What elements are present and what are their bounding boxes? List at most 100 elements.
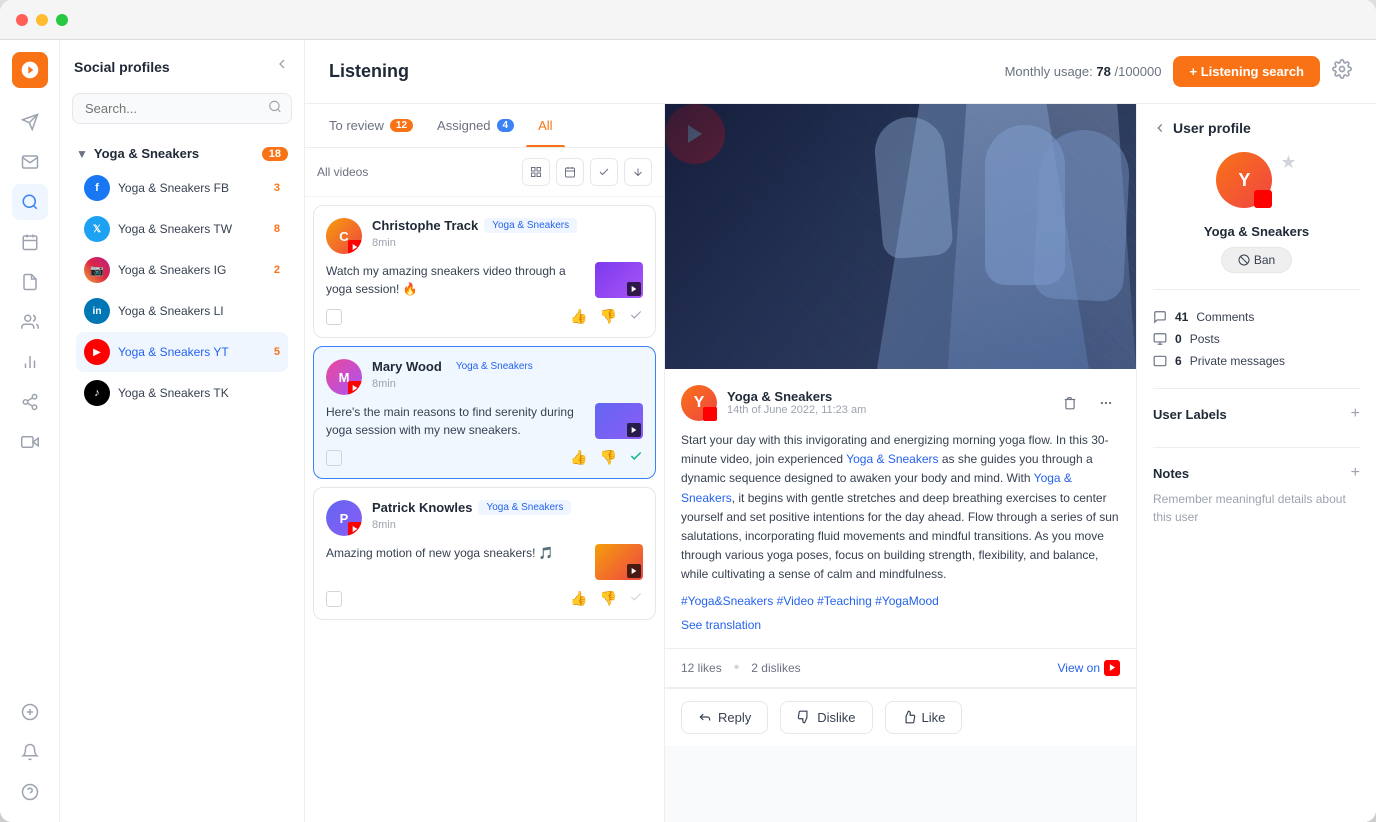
desc-link-2[interactable]: Yoga & Sneakers	[681, 471, 1072, 504]
see-translation-link[interactable]: See translation	[681, 618, 1120, 632]
sidebar-title: Social profiles	[74, 59, 170, 75]
nav-notifications-icon[interactable]	[12, 734, 48, 770]
feed-thumbnail-patrick	[595, 544, 643, 580]
feed-item-patrick[interactable]: P Patrick Knowles Yoga & Sneakers	[313, 487, 656, 620]
feed-item-christophe[interactable]: C Christophe Track Yoga & Sneakers	[313, 205, 656, 338]
sidebar-item-fb[interactable]: f Yoga & Sneakers FB 3	[76, 168, 288, 208]
dislike-icon-mary[interactable]: 👎	[600, 449, 617, 466]
sidebar-item-li[interactable]: in Yoga & Sneakers LI	[76, 291, 288, 331]
right-panel-title: User profile	[1173, 120, 1251, 136]
video-hashtags: #Yoga&Sneakers #Video #Teaching #YogaMoo…	[681, 592, 1120, 611]
filter-check-icon[interactable]	[590, 158, 618, 186]
action-icons-christophe: 👍 👎	[570, 308, 643, 325]
feed-name-christophe: Christophe Track	[372, 218, 478, 233]
check-icon-christophe[interactable]	[629, 308, 643, 325]
feed-filter: All videos	[305, 148, 664, 197]
sidebar-item-ig[interactable]: 📷 Yoga & Sneakers IG 2	[76, 250, 288, 290]
page-title: Listening	[329, 61, 409, 82]
nav-inbox-icon[interactable]	[12, 144, 48, 180]
video-background	[665, 104, 1136, 369]
header-right: Monthly usage: 78 /100000 + Listening se…	[1005, 56, 1352, 87]
avatar-christophe: C	[326, 218, 362, 254]
feed-item-mary[interactable]: M Mary Wood Yoga & Sneakers	[313, 346, 656, 479]
feed-checkbox-mary[interactable]	[326, 450, 342, 466]
stats-section: 41 Comments 0 Posts 6 Private messages	[1153, 306, 1360, 389]
channel-delete-icon[interactable]	[1056, 389, 1084, 417]
dislike-icon-patrick[interactable]: 👎	[600, 590, 617, 607]
hashtag-1: #Yoga&Sneakers	[681, 594, 777, 608]
messages-count: 6	[1175, 354, 1182, 368]
sidebar-item-tw[interactable]: 𝕏 Yoga & Sneakers TW 8	[76, 209, 288, 249]
nav-video-icon[interactable]	[12, 424, 48, 460]
desc-link-1[interactable]: Yoga & Sneakers	[846, 452, 938, 466]
user-name: Yoga & Sneakers	[1204, 224, 1309, 239]
channel-more-icon[interactable]	[1092, 389, 1120, 417]
profile-count-fb: 3	[274, 182, 280, 194]
feed-tag-christophe: Yoga & Sneakers	[484, 218, 577, 233]
check-icon-patrick[interactable]	[629, 590, 643, 607]
filter-calendar-icon[interactable]	[556, 158, 584, 186]
title-bar	[0, 0, 1376, 40]
user-star-icon[interactable]: ★	[1280, 152, 1296, 173]
minimize-button[interactable]	[36, 14, 48, 26]
view-on-link[interactable]: View on	[1058, 660, 1120, 676]
tab-assigned[interactable]: Assigned 4	[425, 104, 526, 147]
feed-tag-patrick: Yoga & Sneakers	[478, 500, 571, 515]
dislikes-count: 2 dislikes	[751, 661, 800, 675]
to-review-badge: 12	[390, 119, 413, 132]
reply-button[interactable]: Reply	[681, 701, 768, 734]
group-arrow-icon: ▼	[76, 147, 88, 161]
tab-to-review[interactable]: To review 12	[317, 104, 425, 147]
profile-name-tw: Yoga & Sneakers TW	[118, 222, 266, 236]
like-button[interactable]: Like	[885, 701, 963, 734]
notes-text: Remember meaningful details about this u…	[1153, 490, 1360, 526]
like-icon-mary[interactable]: 👍	[570, 449, 587, 466]
feed-actions-mary: 👍 👎	[326, 449, 643, 466]
ban-button[interactable]: Ban	[1221, 247, 1292, 273]
nav-reports-icon[interactable]	[12, 264, 48, 300]
nav-send-icon[interactable]	[12, 104, 48, 140]
feed-actions-patrick: 👍 👎	[326, 590, 643, 607]
search-input[interactable]	[72, 93, 292, 124]
feed-list: C Christophe Track Yoga & Sneakers	[305, 197, 664, 822]
check-icon-mary[interactable]	[629, 449, 643, 466]
sidebar-item-tk[interactable]: ♪ Yoga & Sneakers TK	[76, 373, 288, 413]
feed-checkbox-christophe[interactable]	[326, 309, 342, 325]
feed-tag-mary: Yoga & Sneakers	[448, 359, 541, 374]
nav-analytics-icon[interactable]	[12, 344, 48, 380]
feed-checkbox-patrick[interactable]	[326, 591, 342, 607]
filter-icons	[522, 158, 652, 186]
video-panel: Y Yoga & Sneakers 14th of June 2022, 11:…	[665, 104, 1136, 822]
close-button[interactable]	[16, 14, 28, 26]
notes-header: Notes +	[1153, 464, 1360, 482]
like-icon-patrick[interactable]: 👍	[570, 590, 587, 607]
nav-help-icon[interactable]	[12, 774, 48, 810]
add-note-icon[interactable]: +	[1351, 464, 1360, 482]
likes-count: 12 likes	[681, 661, 722, 675]
app-logo[interactable]	[12, 52, 48, 88]
maximize-button[interactable]	[56, 14, 68, 26]
nav-team-icon[interactable]	[12, 304, 48, 340]
sidebar-collapse-icon[interactable]	[274, 56, 290, 77]
filter-sort-icon[interactable]	[624, 158, 652, 186]
nav-social-icon[interactable]	[12, 384, 48, 420]
filter-grid-icon[interactable]	[522, 158, 550, 186]
sidebar-item-yt[interactable]: ▶ Yoga & Sneakers YT 5	[76, 332, 288, 372]
settings-icon[interactable]	[1332, 59, 1352, 84]
dislike-button[interactable]: Dislike	[780, 701, 872, 734]
nav-listening-icon[interactable]	[12, 184, 48, 220]
dislike-icon-christophe[interactable]: 👎	[600, 308, 617, 325]
listening-search-button[interactable]: + Listening search	[1173, 56, 1320, 87]
main-content: Listening Monthly usage: 78 /100000 + Li…	[305, 40, 1376, 822]
posts-stat: 0 Posts	[1153, 328, 1360, 350]
add-label-icon[interactable]: +	[1351, 405, 1360, 423]
video-player[interactable]	[665, 104, 1136, 369]
video-description: Start your day with this invigorating an…	[681, 431, 1120, 612]
nav-calendar-icon[interactable]	[12, 224, 48, 260]
group-header[interactable]: ▼ Yoga & Sneakers 18	[72, 140, 292, 167]
nav-add-icon[interactable]	[12, 694, 48, 730]
channel-avatar-wrap: Y	[681, 385, 717, 421]
back-to-profile[interactable]: User profile	[1153, 120, 1360, 136]
like-icon-christophe[interactable]: 👍	[570, 308, 587, 325]
tab-all[interactable]: All	[526, 104, 564, 147]
